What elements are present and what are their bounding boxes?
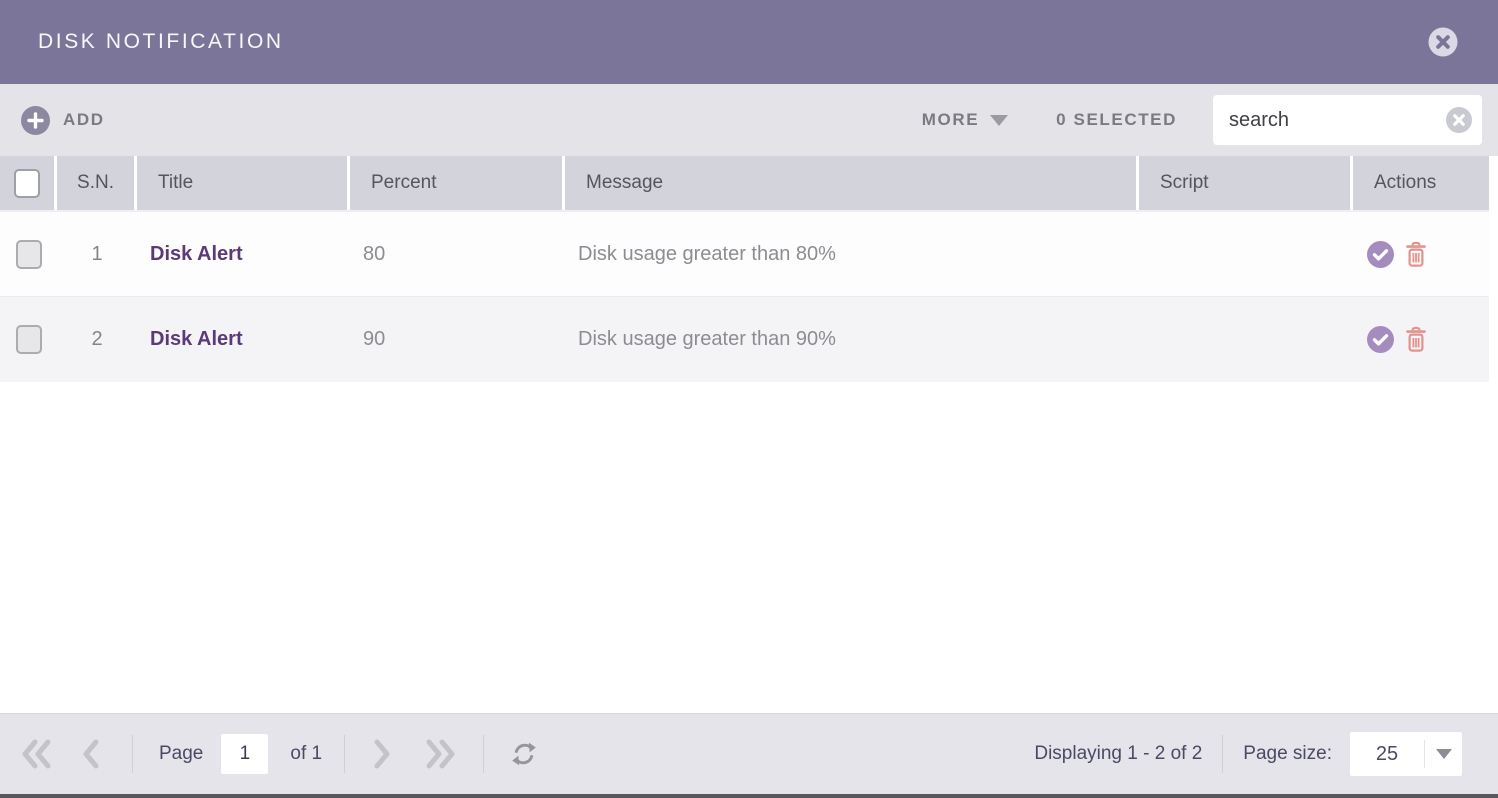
column-header-message[interactable]: Message xyxy=(565,156,1139,210)
row-checkbox[interactable] xyxy=(16,240,42,269)
chevron-left-icon xyxy=(80,739,102,769)
check-circle-icon xyxy=(1367,326,1394,353)
check-circle-icon xyxy=(1367,241,1394,268)
cell-percent: 90 xyxy=(350,297,565,382)
disk-notification-window: DISK NOTIFICATION ADD MORE 0 SELECTED xyxy=(0,0,1498,798)
trash-icon xyxy=(1404,326,1428,353)
page-size-label: Page size: xyxy=(1243,743,1332,765)
add-button-label: ADD xyxy=(63,110,105,130)
divider xyxy=(1222,735,1223,773)
row-checkbox-cell xyxy=(0,297,57,382)
search-box xyxy=(1213,95,1482,145)
chevron-down-icon xyxy=(1436,749,1452,759)
column-header-sn[interactable]: S.N. xyxy=(57,156,137,210)
toolbar-right: MORE 0 SELECTED xyxy=(922,95,1482,145)
page-of-label: of 1 xyxy=(290,743,322,765)
divider xyxy=(132,735,133,773)
cell-message: Disk usage greater than 80% xyxy=(565,212,1139,296)
delete-button[interactable] xyxy=(1404,326,1428,353)
search-input[interactable] xyxy=(1213,95,1428,145)
table-row: 2 Disk Alert 90 Disk usage greater than … xyxy=(0,297,1489,382)
confirm-button[interactable] xyxy=(1367,241,1394,268)
double-chevron-left-icon xyxy=(20,738,54,770)
page-size-select[interactable]: 25 xyxy=(1350,732,1462,776)
column-header-title[interactable]: Title xyxy=(137,156,350,210)
notifications-table: S.N. Title Percent Message Script Action… xyxy=(0,156,1498,713)
cell-script xyxy=(1139,297,1353,382)
pager-controls: Page of 1 xyxy=(20,734,538,774)
trash-icon xyxy=(1404,241,1428,268)
add-button[interactable]: ADD xyxy=(21,106,105,135)
title-link[interactable]: Disk Alert xyxy=(150,243,243,266)
displaying-label: Displaying 1 - 2 of 2 xyxy=(1034,743,1202,765)
column-header-actions: Actions xyxy=(1353,156,1486,210)
pager-summary: Displaying 1 - 2 of 2 Page size: 25 xyxy=(1034,732,1462,776)
more-dropdown-button[interactable]: MORE xyxy=(922,110,1008,130)
table-header-row: S.N. Title Percent Message Script Action… xyxy=(0,156,1489,212)
column-header-percent[interactable]: Percent xyxy=(350,156,565,210)
selected-count: 0 SELECTED xyxy=(1056,110,1177,130)
next-page-button[interactable] xyxy=(371,739,393,769)
plus-circle-icon xyxy=(21,106,50,135)
select-all-cell xyxy=(0,156,57,210)
confirm-button[interactable] xyxy=(1367,326,1394,353)
page-size-value: 25 xyxy=(1350,743,1424,766)
page-title: DISK NOTIFICATION xyxy=(38,30,284,54)
cell-percent: 80 xyxy=(350,212,565,296)
cell-title: Disk Alert xyxy=(137,297,350,382)
more-label: MORE xyxy=(922,110,979,130)
page-size-arrow-zone xyxy=(1424,740,1462,768)
toolbar: ADD MORE 0 SELECTED xyxy=(0,84,1498,156)
first-page-button[interactable] xyxy=(20,738,54,770)
search-clear-button[interactable] xyxy=(1446,107,1472,133)
double-chevron-right-icon xyxy=(423,738,457,770)
row-checkbox[interactable] xyxy=(16,325,42,354)
chevron-down-icon xyxy=(990,115,1008,126)
divider xyxy=(344,735,345,773)
close-icon xyxy=(1428,27,1458,57)
cell-message: Disk usage greater than 90% xyxy=(565,297,1139,382)
cell-title: Disk Alert xyxy=(137,212,350,296)
select-all-checkbox[interactable] xyxy=(14,169,40,198)
cell-sn: 1 xyxy=(57,212,137,296)
cell-actions xyxy=(1353,212,1486,296)
prev-page-button[interactable] xyxy=(80,739,102,769)
cell-actions xyxy=(1353,297,1486,382)
cell-sn: 2 xyxy=(57,297,137,382)
divider xyxy=(483,735,484,773)
column-header-script[interactable]: Script xyxy=(1139,156,1353,210)
close-button[interactable] xyxy=(1428,27,1458,57)
page-label: Page xyxy=(159,743,203,765)
refresh-icon xyxy=(510,740,538,768)
pagination-bar: Page of 1 xyxy=(0,713,1498,794)
x-circle-icon xyxy=(1446,107,1472,133)
bottom-border xyxy=(0,794,1498,798)
table-row: 1 Disk Alert 80 Disk usage greater than … xyxy=(0,212,1489,297)
chevron-right-icon xyxy=(371,739,393,769)
title-link[interactable]: Disk Alert xyxy=(150,328,243,351)
refresh-button[interactable] xyxy=(510,740,538,768)
delete-button[interactable] xyxy=(1404,241,1428,268)
row-checkbox-cell xyxy=(0,212,57,296)
titlebar: DISK NOTIFICATION xyxy=(0,0,1498,84)
page-number-input[interactable] xyxy=(221,734,268,774)
cell-script xyxy=(1139,212,1353,296)
last-page-button[interactable] xyxy=(423,738,457,770)
